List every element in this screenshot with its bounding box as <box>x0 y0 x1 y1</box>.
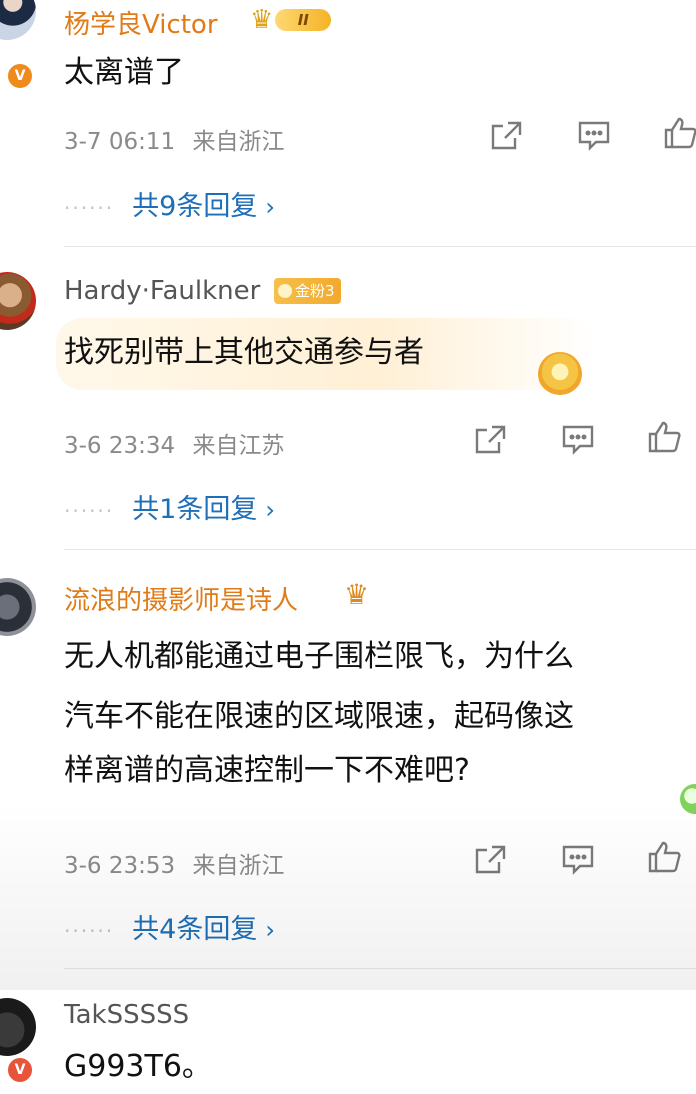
view-replies-link[interactable]: ······ 共9条回复 › <box>64 184 275 223</box>
dots-divider: ······ <box>64 499 115 523</box>
comment-text: 找死别带上其他交通参与者 <box>64 335 424 370</box>
comment-icon[interactable] <box>576 118 612 152</box>
comment-date: 3-6 23:34 <box>64 433 176 459</box>
verified-badge-icon: V <box>6 62 34 90</box>
comment-location: 来自浙江 <box>192 129 285 155</box>
share-icon[interactable] <box>472 422 508 456</box>
username[interactable]: TakSSSSS <box>64 1000 189 1030</box>
dots-divider: ······ <box>64 196 115 220</box>
username[interactable]: 流浪的摄影师是诗人 <box>64 580 298 617</box>
chevron-right-icon: › <box>265 916 275 944</box>
like-icon[interactable] <box>646 420 682 454</box>
fan-badge[interactable]: 金粉3 <box>274 278 341 304</box>
emoji-icon <box>680 784 696 814</box>
divider <box>64 549 696 550</box>
like-icon[interactable] <box>662 116 696 150</box>
view-replies-link[interactable]: ······ 共4条回复 › <box>64 907 275 946</box>
member-level-badge[interactable]: ♛ II <box>250 5 332 35</box>
comment-icon[interactable] <box>560 422 596 456</box>
comment-location: 来自江苏 <box>192 433 285 459</box>
avatar[interactable] <box>0 998 36 1056</box>
divider <box>64 968 696 969</box>
comment-text-line: 样离谱的高速控制一下不难吧? <box>64 753 470 788</box>
comment-meta: 3-6 23:53 来自浙江 <box>64 846 284 880</box>
comment-date: 3-7 06:11 <box>64 129 176 155</box>
crown-icon: ♛ <box>250 5 274 35</box>
avatar[interactable] <box>0 272 36 330</box>
avatar[interactable] <box>0 578 36 636</box>
like-icon[interactable] <box>646 840 682 874</box>
comment-location: 来自浙江 <box>192 853 285 879</box>
comment-icon[interactable] <box>560 842 596 876</box>
comment-meta: 3-6 23:34 来自江苏 <box>64 426 284 460</box>
chevron-right-icon: › <box>265 193 275 221</box>
comment-text-line: 汽车不能在限速的区域限速，起码像这 <box>64 699 574 734</box>
crown-icon: ♛ <box>344 578 370 611</box>
username[interactable]: Hardy·Faulkner <box>64 276 260 306</box>
share-icon[interactable] <box>472 842 508 876</box>
divider <box>64 246 696 247</box>
dots-divider: ······ <box>64 919 115 943</box>
view-replies-link[interactable]: ······ 共1条回复 › <box>64 487 275 526</box>
comment-meta: 3-7 06:11 来自浙江 <box>64 122 284 156</box>
comment-text: 太离谱了 <box>64 55 184 90</box>
comment-date: 3-6 23:53 <box>64 853 176 879</box>
chevron-right-icon: › <box>265 496 275 524</box>
fan-badge-icon <box>278 284 292 298</box>
verified-badge-icon: V <box>6 1056 34 1084</box>
comment-text-line: 无人机都能通过电子围栏限飞，为什么 <box>64 639 574 674</box>
bottom-shade <box>0 800 696 990</box>
share-icon[interactable] <box>488 118 524 152</box>
avatar[interactable] <box>0 0 36 40</box>
username[interactable]: 杨学良Victor <box>64 4 218 41</box>
level-label: II <box>275 9 332 31</box>
sparkle-badge-icon <box>538 352 582 396</box>
comment-text: G993T6。 <box>64 1049 212 1084</box>
